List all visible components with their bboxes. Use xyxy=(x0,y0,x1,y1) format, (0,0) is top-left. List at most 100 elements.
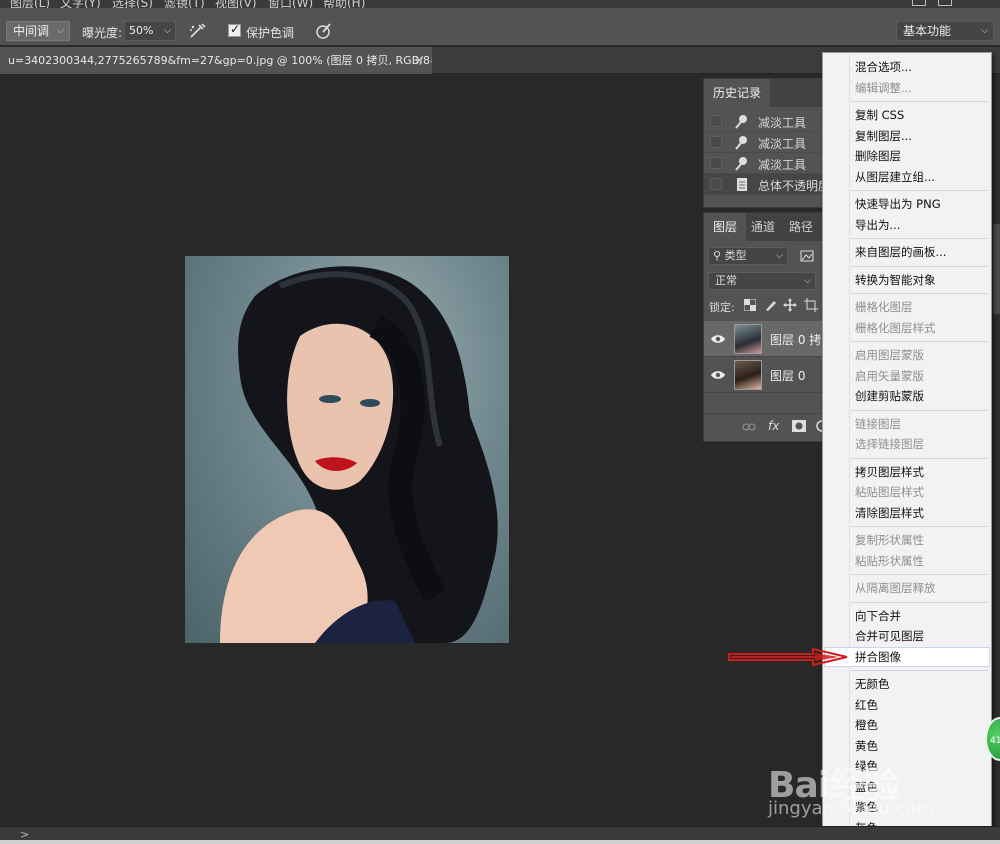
panel-scrollbar[interactable] xyxy=(993,74,1000,826)
eye-icon[interactable] xyxy=(710,332,726,346)
lock-artboard-icon[interactable] xyxy=(804,298,818,312)
dodge-burn-icon xyxy=(735,157,747,171)
context-menu-item[interactable]: 创建剪贴蒙版 xyxy=(824,386,990,406)
context-menu-item[interactable]: 橙色 xyxy=(824,715,990,735)
menu-window[interactable]: 窗口(W) xyxy=(268,0,313,8)
workspace-select[interactable]: 基本功能 ⌵ xyxy=(896,21,994,41)
menu-filter[interactable]: 滤镜(T) xyxy=(164,0,205,8)
context-menu-item[interactable]: 复制图层... xyxy=(824,126,990,146)
history-panel-tabbar: 历史记录 xyxy=(704,79,826,107)
menu-bar: 图层(L) 文字(Y) 选择(S) 滤镜(T) 视图(V) 窗口(W) 帮助(H… xyxy=(0,0,1000,8)
minimize-icon[interactable] xyxy=(912,0,926,6)
history-panel: 历史记录 减淡工具 减淡工具 减淡工具 总体不透明度 xyxy=(703,78,830,208)
context-menu-item[interactable]: 混合选项... xyxy=(824,57,990,77)
image-filter-icon[interactable] xyxy=(800,249,814,263)
context-menu-item[interactable]: 从图层建立组... xyxy=(824,167,990,187)
search-icon: ⚲ xyxy=(713,249,722,262)
scrollbar-thumb[interactable] xyxy=(993,224,1000,314)
context-menu-item[interactable]: 拷贝图层样式 xyxy=(824,462,990,482)
context-menu-item[interactable]: 向下合并 xyxy=(824,606,990,626)
menu-type[interactable]: 文字(Y) xyxy=(60,0,101,8)
context-menu-item[interactable]: 导出为... xyxy=(824,215,990,235)
history-row[interactable]: 减淡工具 xyxy=(704,132,826,153)
context-menu-item: 栅格化图层 xyxy=(855,300,913,314)
context-menu-item[interactable]: 来自图层的画板... xyxy=(824,242,990,262)
lock-transparent-icon[interactable] xyxy=(744,299,756,311)
protect-tones-checkbox[interactable] xyxy=(228,22,241,37)
menu-separator xyxy=(851,601,988,603)
menu-separator xyxy=(851,265,988,267)
layers-footer: fx xyxy=(704,413,828,441)
history-snapshot-checkbox[interactable] xyxy=(710,115,722,127)
history-snapshot-checkbox[interactable] xyxy=(710,136,722,148)
eye-icon[interactable] xyxy=(710,368,726,382)
menu-separator xyxy=(851,526,988,527)
document-tab[interactable]: u=3402300344,2775265789&fm=27&gp=0.jpg @… xyxy=(0,47,432,74)
context-menu-item[interactable]: 清除图层样式 xyxy=(824,503,990,523)
context-menu-item[interactable]: 复制 CSS xyxy=(824,105,990,125)
layer-row[interactable]: 图层 0 xyxy=(704,357,826,393)
close-icon[interactable]: × xyxy=(414,47,424,74)
context-menu-item[interactable]: 红色 xyxy=(824,695,990,715)
layers-panel: 图层 通道 路径 ⚲ 类型 ⌵ 正常 ⌵ 锁定: 图层 0 拷贝 图层 0 fx xyxy=(703,212,833,442)
menu-separator xyxy=(851,238,988,239)
layer-row[interactable]: 图层 0 拷贝 xyxy=(704,321,833,357)
context-menu-item[interactable]: 快速导出为 PNG xyxy=(824,194,990,214)
protect-tones-label: 保护色调 xyxy=(246,26,295,40)
airbrush-icon[interactable] xyxy=(187,21,209,41)
context-menu-item: 复制形状属性 xyxy=(855,533,924,547)
context-menu-item[interactable]: 黄色 xyxy=(824,736,990,756)
context-menu-item: 栅格化图层样式 xyxy=(855,320,936,335)
history-label: 减淡工具 xyxy=(758,116,807,130)
exposure-input[interactable]: 50% ⌵ xyxy=(124,21,176,41)
layer-context-menu: 混合选项... 编辑调整... 复制 CSS 复制图层... 删除图层 从图层建立组...… xyxy=(822,52,992,840)
layer-thumbnail xyxy=(734,360,762,390)
lock-move-icon[interactable] xyxy=(783,298,797,312)
portrait-photo xyxy=(220,266,498,643)
link-layers-icon[interactable] xyxy=(742,422,756,432)
layer-style-fx-button[interactable]: fx xyxy=(768,419,779,433)
context-menu-item[interactable]: 合并可见图层 xyxy=(824,626,990,646)
restore-icon[interactable] xyxy=(938,0,952,6)
workspace-value: 基本功能 xyxy=(903,24,952,38)
blend-mode-select[interactable]: 正常 ⌵ xyxy=(708,272,816,290)
document-icon xyxy=(737,178,747,191)
lock-brush-icon[interactable] xyxy=(764,298,778,312)
tab-channels[interactable]: 通道 xyxy=(742,213,784,241)
tab-history[interactable]: 历史记录 xyxy=(704,79,771,107)
menu-help[interactable]: 帮助(H) xyxy=(323,0,365,8)
menu-separator xyxy=(851,574,988,575)
menu-separator xyxy=(851,101,988,102)
menu-separator xyxy=(851,293,988,294)
history-snapshot-checkbox[interactable] xyxy=(710,157,722,169)
layer-filter-select[interactable]: ⚲ 类型 ⌵ xyxy=(708,247,788,265)
layer-name[interactable]: 图层 0 xyxy=(770,367,805,384)
red-arrow-annotation xyxy=(728,647,848,667)
lock-label: 锁定: xyxy=(709,301,735,314)
options-bar: 中间调 ⌵ 曝光度: 50% ⌵ 保护色调 基本功能 ⌵ xyxy=(0,8,1000,46)
history-label: 减淡工具 xyxy=(758,158,807,172)
menu-separator xyxy=(851,190,988,191)
history-row[interactable]: 减淡工具 xyxy=(704,111,826,132)
context-menu-item[interactable]: 删除图层 xyxy=(824,146,990,166)
canvas-image[interactable] xyxy=(185,256,509,643)
menu-separator xyxy=(851,341,988,342)
close-window-icon[interactable] xyxy=(966,0,980,6)
range-select[interactable]: 中间调 ⌵ xyxy=(6,21,70,41)
menu-separator xyxy=(851,670,988,671)
menu-view[interactable]: 视图(V) xyxy=(215,0,257,8)
tab-layers[interactable]: 图层 xyxy=(704,213,747,241)
pressure-size-icon[interactable] xyxy=(313,21,335,41)
menu-select[interactable]: 选择(S) xyxy=(112,0,153,8)
context-menu-item[interactable]: 无颜色 xyxy=(824,674,990,694)
context-menu-item: 从隔离图层释放 xyxy=(855,581,936,595)
menu-layer[interactable]: 图层(L) xyxy=(10,0,50,8)
history-row[interactable]: 总体不透明度 xyxy=(704,174,830,195)
context-menu-item[interactable]: 转换为智能对象 xyxy=(824,270,990,290)
dodge-burn-icon xyxy=(735,136,747,150)
tab-paths[interactable]: 路径 xyxy=(780,213,822,241)
add-mask-icon[interactable] xyxy=(792,420,806,432)
dodge-burn-icon xyxy=(735,115,747,129)
history-row[interactable]: 减淡工具 xyxy=(704,153,826,174)
history-snapshot-checkbox[interactable] xyxy=(710,178,722,190)
